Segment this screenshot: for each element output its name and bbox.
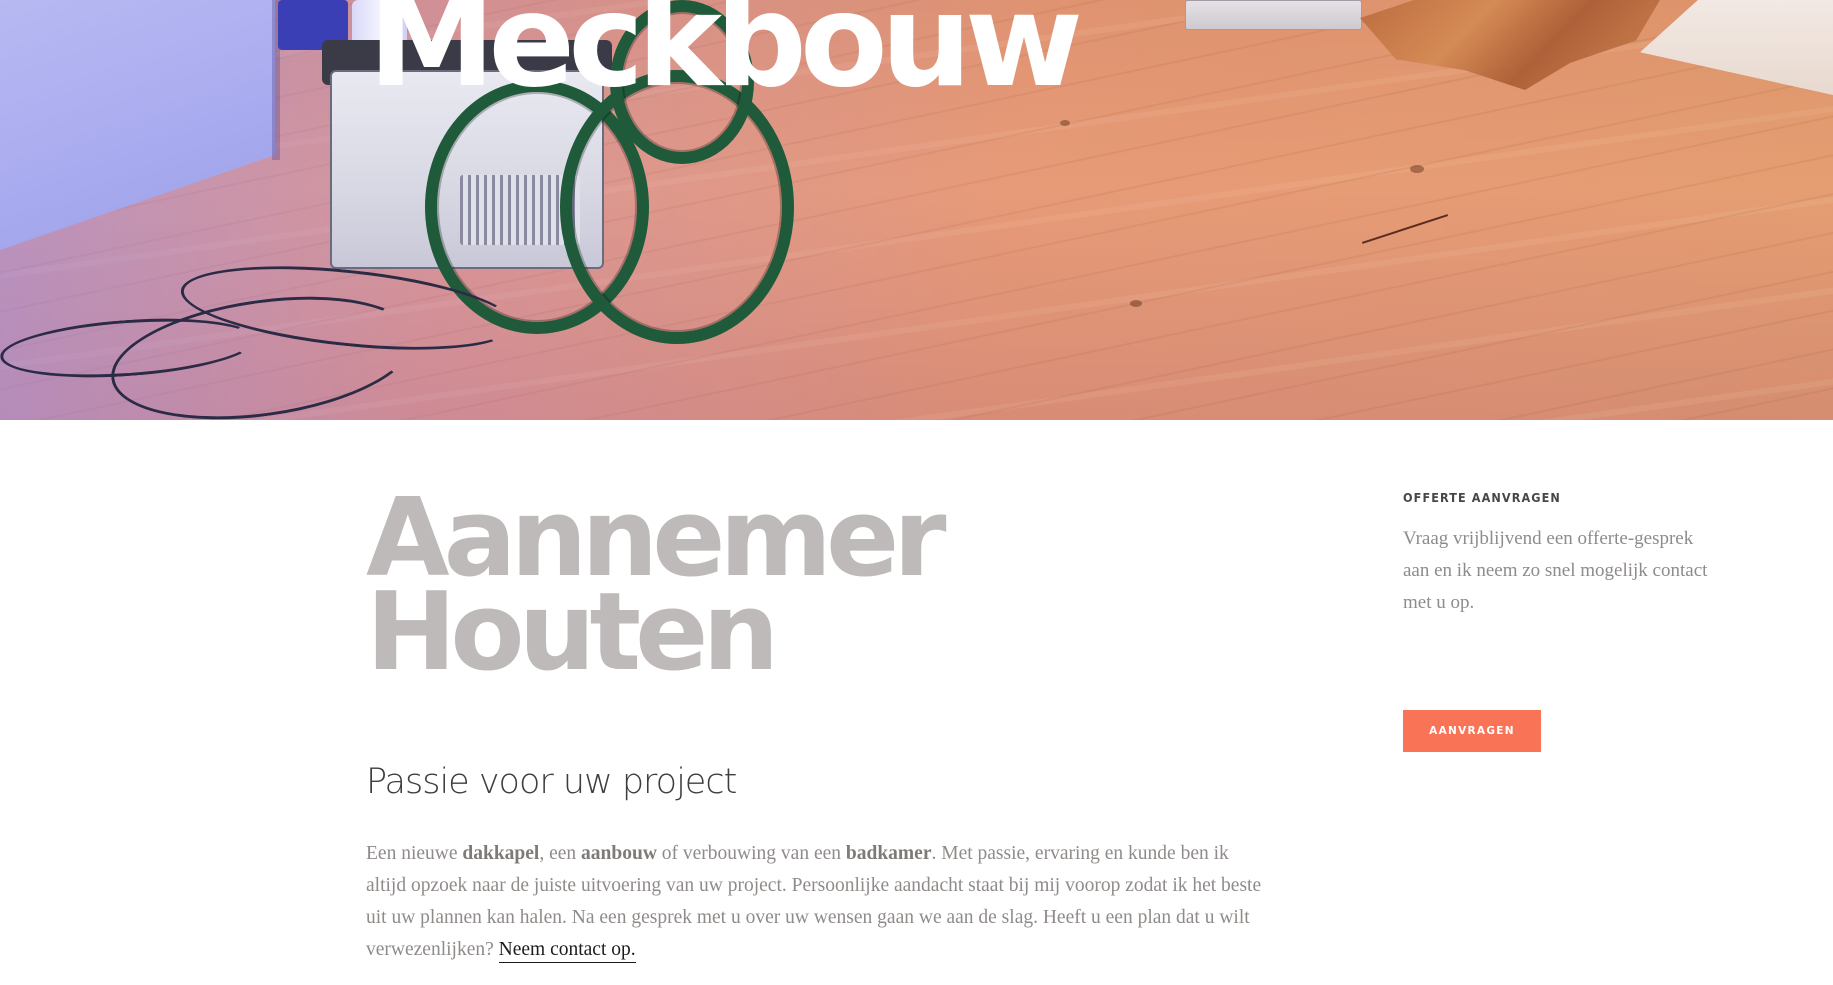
hero-wood-knot [1410,165,1424,173]
request-quote-button[interactable]: AANVRAGEN [1403,710,1541,752]
sidebar-text: Vraag vrijblijvend een offerte-gesprek a… [1403,528,1708,613]
page-title: Aannemer Houten [366,485,947,687]
intro-keyword-aanbouw: aanbouw [581,843,657,864]
intro-keyword-dakkapel: dakkapel [462,843,540,864]
intro-text: , een [539,843,582,864]
hero-floor-crack [1361,214,1449,244]
hero-wood-pile [1360,0,1660,90]
site-title[interactable]: Meckbouw [368,0,1083,106]
hero-wall [0,0,275,250]
quote-sidebar: OFFERTE AANVRAGEN Vraag vrijblijvend een… [1403,490,1733,619]
hero-banner: Meckbouw [0,0,1833,420]
hero-wood-knot [1060,120,1070,126]
intro-text: of verbouwing van een [656,843,846,864]
hero-crate [1185,0,1362,30]
intro-text: Een nieuwe [366,843,463,864]
sidebar-title: OFFERTE AANVRAGEN [1403,490,1561,505]
section-subheading: Passie voor uw project [366,762,737,802]
intro-keyword-badkamer: badkamer [845,843,932,864]
intro-paragraph: Een nieuwe dakkapel, een aanbouw of verb… [366,838,1266,966]
hero-wood-knot [1130,300,1142,307]
contact-link[interactable]: Neem contact op. [498,939,636,963]
hero-plank [1640,0,1833,95]
